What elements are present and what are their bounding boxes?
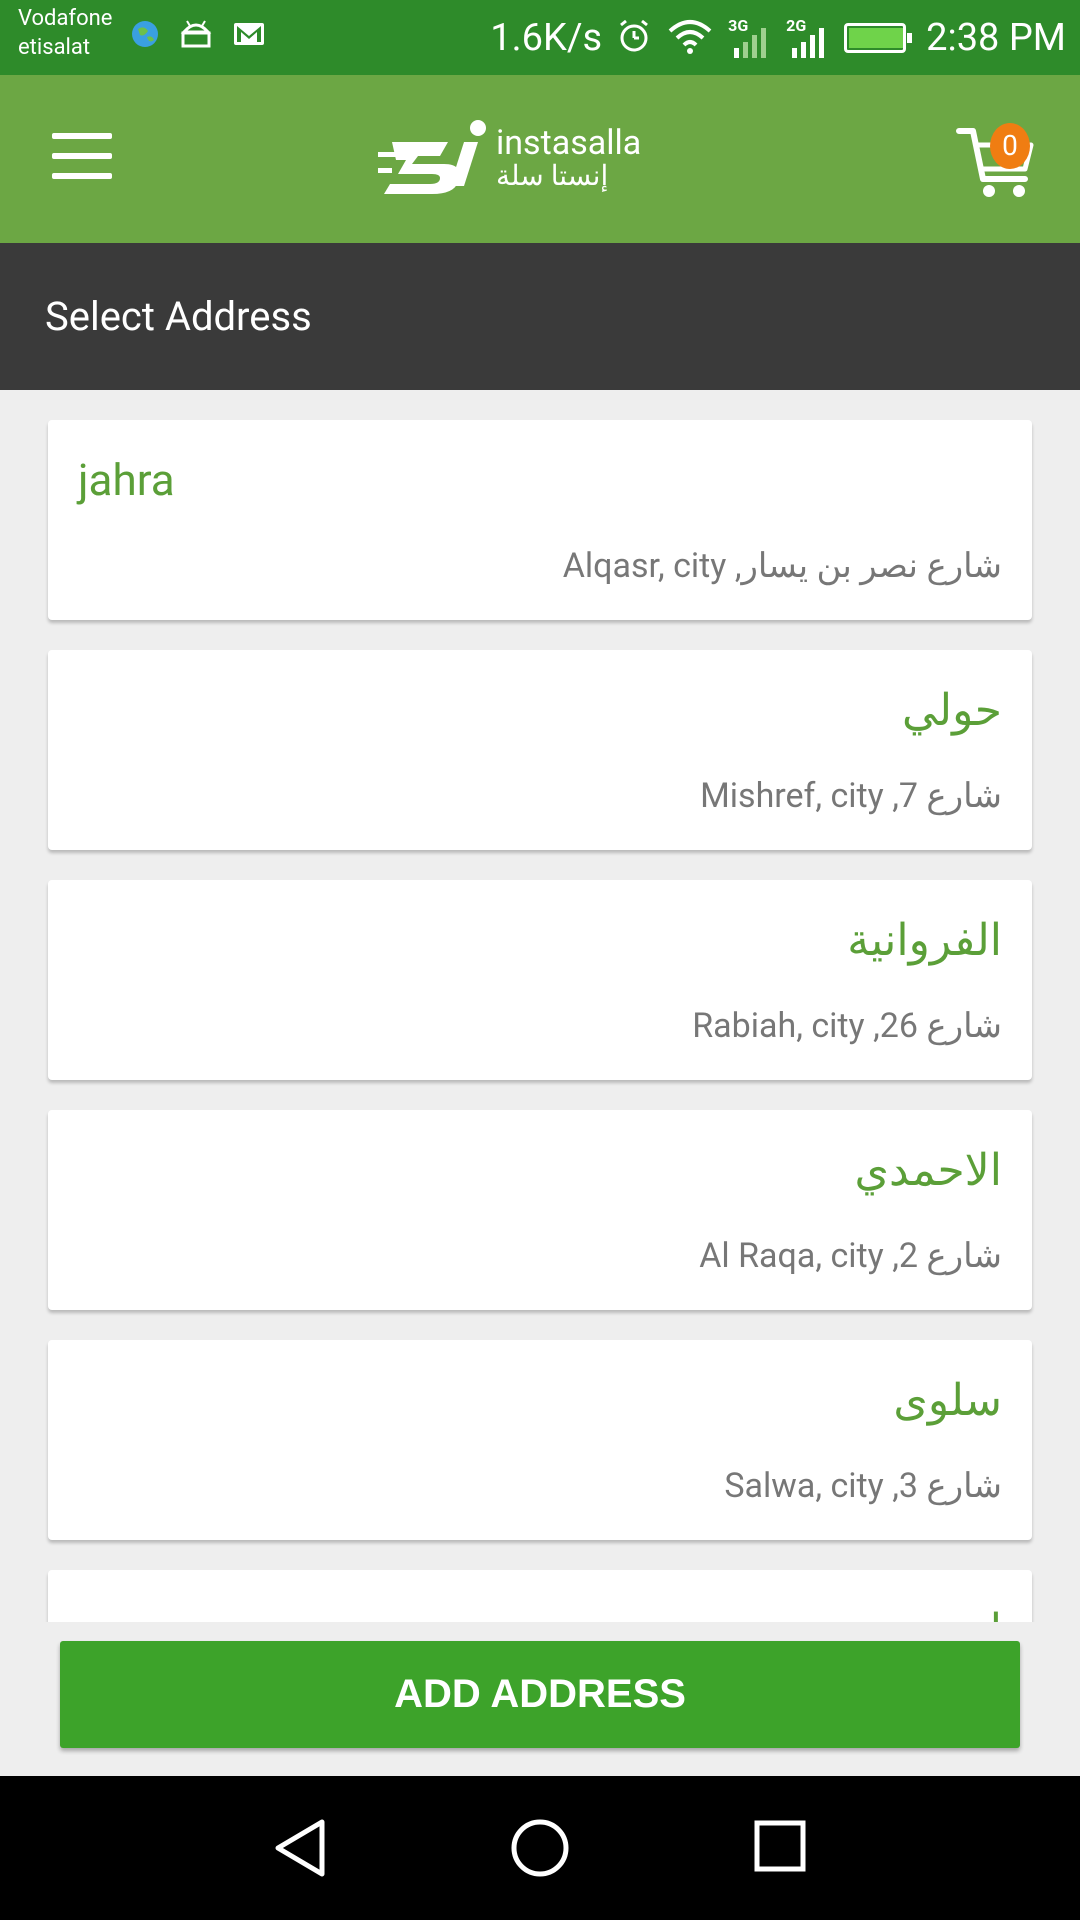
system-nav-bar [0,1776,1080,1920]
signal-3g-icon: 3G [728,16,772,60]
page-header: Select Address [0,243,1080,390]
address-card-3[interactable]: الفروانية شارع 26, Rabiah, city [48,880,1032,1080]
app-logo: instasalla إنستا سلة [378,113,668,203]
address-card-5[interactable]: سلوى شارع 3, Salwa, city [48,1340,1032,1540]
logo-mark-icon [378,120,486,194]
address-name: حولي [901,684,1002,736]
address-name: الاحمدي [854,1144,1003,1196]
cart-count-badge: 0 [990,123,1030,169]
carrier-1: Vodafone [18,6,113,31]
address-detail: شارع نصر بن يسار, Alqasr, city [562,546,1002,586]
logo-text-en: instasalla [496,123,642,163]
status-bar: Vodafone etisalat 1.6K/s 3G 2G 2:38 PM [0,0,1080,75]
address-detail: شارع 2, Al Raqa, city [699,1236,1002,1276]
signal-2g-icon: 2G [786,16,830,60]
address-name: الفروانية [847,914,1002,966]
signal-1-type: 3G [728,16,749,35]
home-icon[interactable] [510,1818,570,1882]
back-icon[interactable] [272,1818,328,1882]
address-card-2[interactable]: حولي شارع 7, Mishref, city [48,650,1032,850]
clock: 2:38 PM [926,16,1066,60]
globe-icon [130,19,160,53]
android-icon [178,18,214,54]
address-name: jahra [78,454,175,506]
carrier-names: Vodafone etisalat [18,4,112,62]
add-address-button[interactable]: ADD ADDRESS [60,1641,1020,1748]
address-list[interactable]: jahra شارع نصر بن يسار, Alqasr, city حول… [0,390,1080,1622]
wifi-icon [666,17,714,59]
carrier-2: etisalat [18,35,91,60]
recents-icon[interactable] [754,1818,806,1878]
address-name: ا [990,1604,1002,1622]
address-card-1[interactable]: jahra شارع نصر بن يسار, Alqasr, city [48,420,1032,620]
battery-charging-icon [844,23,913,53]
address-detail: شارع 7, Mishref, city [700,776,1002,816]
address-detail: شارع 3, Salwa, city [724,1466,1002,1506]
logo-text-ar: إنستا سلة [496,159,609,192]
network-speed: 1.6K/s [490,16,603,60]
address-card-4[interactable]: الاحمدي شارع 2, Al Raqa, city [48,1110,1032,1310]
address-name: سلوى [893,1374,1002,1426]
alarm-icon [616,18,652,58]
signal-2-type: 2G [786,16,807,35]
gmail-icon [232,20,266,52]
app-bar: instasalla إنستا سلة 0 [0,75,1080,243]
page-title: Select Address [45,293,312,340]
hamburger-menu-icon[interactable] [52,133,112,179]
address-detail: شارع 26, Rabiah, city [692,1006,1002,1046]
address-card-6[interactable]: ا [48,1570,1032,1622]
